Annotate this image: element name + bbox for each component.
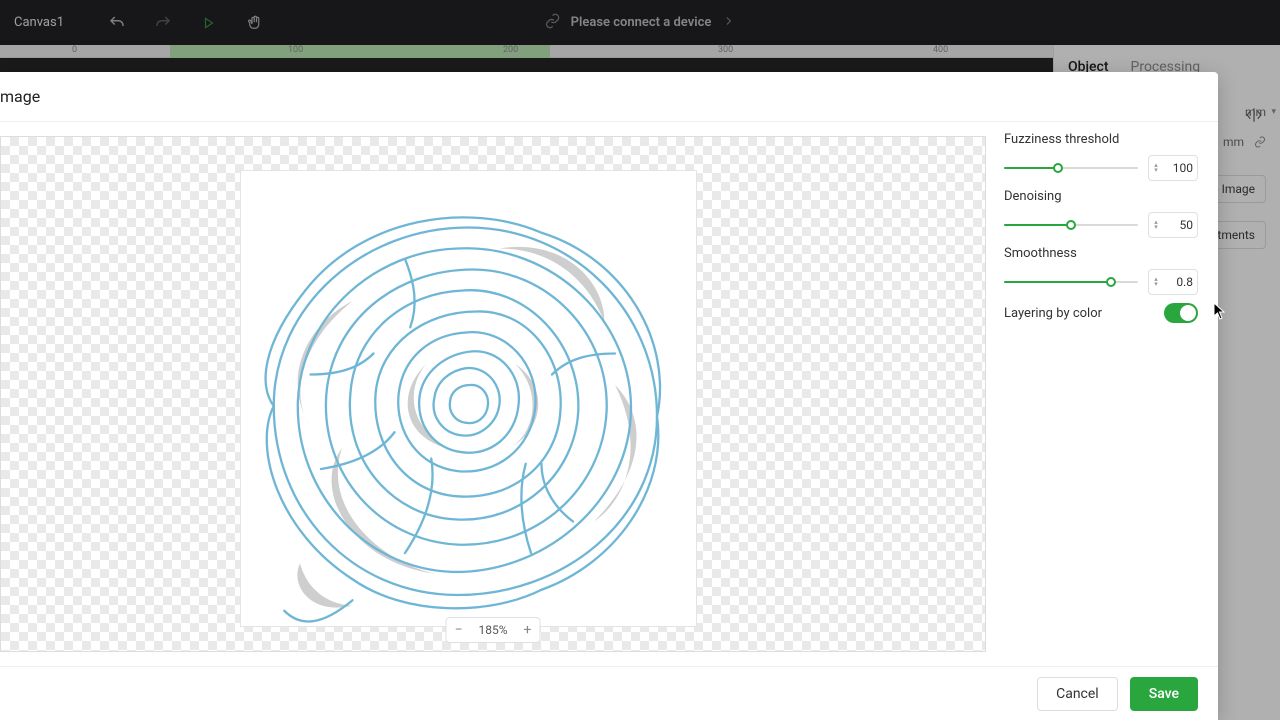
stepper-icon[interactable]: ▴▾: [1151, 220, 1161, 230]
denoising-label: Denoising: [1004, 189, 1198, 204]
zoom-value: 185%: [470, 623, 515, 637]
layering-toggle[interactable]: [1164, 303, 1198, 323]
preview-image: [241, 171, 696, 626]
smoothness-label: Smoothness: [1004, 246, 1198, 261]
smoothness-slider[interactable]: [1004, 274, 1138, 290]
fuzziness-slider[interactable]: [1004, 160, 1138, 176]
zoom-in-button[interactable]: +: [516, 622, 540, 638]
preview-canvas[interactable]: − 185% +: [0, 136, 986, 652]
trace-controls: Fuzziness threshold ▴▾ 100 Denoising: [1004, 122, 1218, 666]
cancel-button[interactable]: Cancel: [1037, 677, 1118, 711]
fuzziness-label: Fuzziness threshold: [1004, 132, 1198, 147]
save-button[interactable]: Save: [1130, 677, 1198, 711]
zoom-out-button[interactable]: −: [446, 622, 470, 638]
smoothness-input[interactable]: ▴▾ 0.8: [1148, 269, 1198, 295]
fuzziness-input[interactable]: ▴▾ 100: [1148, 155, 1198, 181]
zoom-control: − 185% +: [445, 617, 540, 643]
stepper-icon[interactable]: ▴▾: [1151, 163, 1161, 173]
modal-title: mage: [0, 72, 1218, 122]
trace-image-modal: mage: [0, 72, 1218, 720]
layering-label: Layering by color: [1004, 306, 1102, 321]
stepper-icon[interactable]: ▴▾: [1151, 277, 1161, 287]
denoising-slider[interactable]: [1004, 217, 1138, 233]
denoising-input[interactable]: ▴▾ 50: [1148, 212, 1198, 238]
